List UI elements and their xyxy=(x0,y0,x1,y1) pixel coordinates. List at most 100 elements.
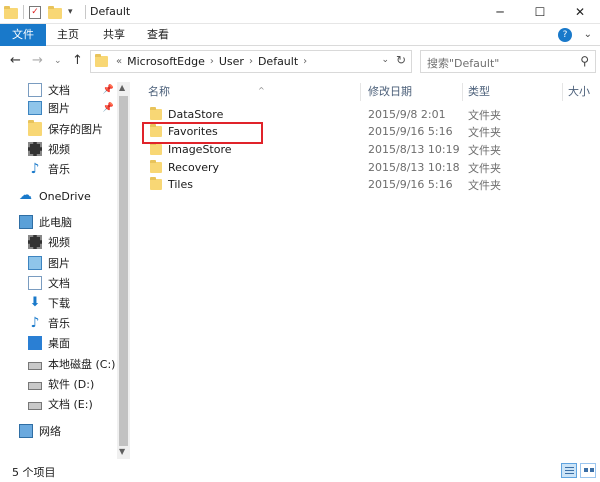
address-bar[interactable]: « MicrosoftEdge › User › Default › ⌄ ↻ xyxy=(90,50,412,73)
sidebar-item-network[interactable]: 网络 xyxy=(19,422,61,440)
drive-icon xyxy=(28,381,42,390)
minimize-button[interactable]: ─ xyxy=(480,0,520,24)
expand-ribbon-icon[interactable]: ⌄ xyxy=(584,29,592,40)
scrollbar-thumb[interactable] xyxy=(119,96,128,446)
search-input[interactable]: 搜索"Default" ⚲ xyxy=(420,50,596,73)
videos-icon xyxy=(28,235,42,249)
sidebar-item-pc-music[interactable]: ♪ 音乐 xyxy=(28,314,70,332)
sidebar-item-onedrive[interactable]: ☁ OneDrive xyxy=(19,187,91,205)
large-icons-view-button[interactable] xyxy=(580,463,596,478)
file-date: 2015/8/13 10:19 xyxy=(368,143,460,156)
table-row[interactable]: Recovery 2015/8/13 10:18 文件夹 xyxy=(144,159,564,176)
drive-icon xyxy=(28,401,42,410)
sidebar-item-music[interactable]: ♪ 音乐 xyxy=(28,160,70,178)
column-header-size[interactable]: 大小 xyxy=(568,82,598,102)
videos-icon xyxy=(28,142,42,156)
pictures-icon xyxy=(28,256,42,270)
back-arrow-icon[interactable]: ← xyxy=(10,53,21,68)
sidebar-scrollbar[interactable]: ▲ ▼ xyxy=(117,82,130,459)
qat-dropdown-icon[interactable]: ▾ xyxy=(68,7,73,17)
column-header-type[interactable]: 类型 xyxy=(468,82,558,102)
tab-file[interactable]: 文件 xyxy=(0,24,46,46)
file-name: DataStore xyxy=(168,108,224,121)
status-bar: 5 个项目 xyxy=(0,459,600,482)
close-button[interactable]: ✕ xyxy=(560,0,600,24)
recent-locations-icon[interactable]: ⌄ xyxy=(54,56,62,66)
folder-icon xyxy=(150,107,162,120)
sidebar-item-downloads[interactable]: ⬇ 下载 xyxy=(28,294,70,312)
annotation-highlight-box xyxy=(142,122,263,144)
file-date: 2015/9/16 5:16 xyxy=(368,178,453,191)
breadcrumb-user[interactable]: User xyxy=(216,55,247,68)
file-type: 文件夹 xyxy=(468,161,501,175)
tab-share[interactable]: 共享 xyxy=(96,24,132,46)
folder-icon xyxy=(150,160,162,173)
tab-view[interactable]: 查看 xyxy=(140,24,176,46)
music-icon: ♪ xyxy=(30,161,40,177)
sidebar-item-videos[interactable]: 视频 xyxy=(28,140,70,158)
chevron-right-icon[interactable]: › xyxy=(247,56,255,67)
pin-icon: 📌 xyxy=(102,85,114,95)
sidebar-item-pictures[interactable]: 图片 📌 xyxy=(28,99,128,117)
file-date: 2015/9/8 2:01 xyxy=(368,108,446,121)
search-icon[interactable]: ⚲ xyxy=(580,54,589,68)
scroll-down-icon[interactable]: ▼ xyxy=(119,447,125,456)
file-name: Tiles xyxy=(168,178,193,191)
maximize-button[interactable]: ☐ xyxy=(520,0,560,24)
table-row[interactable]: Tiles 2015/9/16 5:16 文件夹 xyxy=(144,176,564,193)
document-icon xyxy=(28,83,42,97)
up-arrow-icon[interactable]: ↑ xyxy=(72,53,83,68)
desktop-icon xyxy=(28,336,42,350)
file-date: 2015/8/13 10:18 xyxy=(368,161,460,174)
navigation-bar: ← → ⌄ ↑ « MicrosoftEdge › User › Default… xyxy=(0,47,600,77)
quick-access-toolbar: ✓ ▾ xyxy=(4,3,73,21)
scroll-up-icon[interactable]: ▲ xyxy=(119,83,125,92)
file-name: Recovery xyxy=(168,161,220,174)
window-controls: ─ ☐ ✕ xyxy=(480,0,600,24)
sidebar-item-this-pc[interactable]: 此电脑 xyxy=(19,213,72,231)
this-pc-icon xyxy=(19,215,33,229)
folder-icon xyxy=(95,54,108,67)
address-dropdown-icon[interactable]: ⌄ xyxy=(381,55,389,65)
folder-icon xyxy=(28,120,42,136)
sidebar-item-pc-videos[interactable]: 视频 xyxy=(28,233,70,251)
sidebar-item-documents[interactable]: 文档 📌 xyxy=(28,81,128,99)
forward-arrow-icon[interactable]: → xyxy=(32,53,43,68)
navigation-pane: 文档 📌 图片 📌 保存的图片 视频 ♪ 音乐 ☁ OneDrive 此电脑 视… xyxy=(0,77,130,459)
sidebar-item-drive-c[interactable]: 本地磁盘 (C:) xyxy=(28,355,115,373)
onedrive-icon: ☁ xyxy=(19,188,32,203)
sidebar-item-desktop[interactable]: 桌面 xyxy=(28,334,70,352)
file-date: 2015/9/16 5:16 xyxy=(368,125,453,138)
refresh-icon[interactable]: ↻ xyxy=(396,53,406,67)
sidebar-item-pc-pictures[interactable]: 图片 xyxy=(28,254,70,272)
window-title: Default xyxy=(90,5,131,18)
breadcrumb-microsoftedge[interactable]: MicrosoftEdge xyxy=(124,55,208,68)
file-type: 文件夹 xyxy=(468,108,501,122)
file-type: 文件夹 xyxy=(468,178,501,192)
pin-icon: 📌 xyxy=(102,103,114,113)
chevron-right-icon[interactable]: › xyxy=(301,56,309,67)
chevron-right-icon[interactable]: › xyxy=(208,56,216,67)
table-row[interactable]: DataStore 2015/9/8 2:01 文件夹 xyxy=(144,106,564,123)
sidebar-item-drive-d[interactable]: 软件 (D:) xyxy=(28,375,94,393)
column-header-name[interactable]: 名称 ^ xyxy=(148,82,358,102)
folder-icon xyxy=(150,177,162,190)
help-icon[interactable]: ? xyxy=(558,28,572,42)
details-view-button[interactable] xyxy=(561,463,577,478)
tab-home[interactable]: 主页 xyxy=(50,24,86,46)
sidebar-item-saved-pictures[interactable]: 保存的图片 xyxy=(28,120,103,138)
file-type: 文件夹 xyxy=(468,143,501,157)
breadcrumb-default[interactable]: Default xyxy=(255,55,301,68)
properties-icon[interactable]: ✓ xyxy=(29,5,41,19)
sidebar-item-pc-documents[interactable]: 文档 xyxy=(28,274,70,292)
file-name: ImageStore xyxy=(168,143,232,156)
address-overflow[interactable]: « xyxy=(114,56,124,67)
ribbon-tabs: 文件 主页 共享 查看 ⌄ ? xyxy=(0,24,600,46)
file-type: 文件夹 xyxy=(468,125,501,139)
new-folder-icon[interactable] xyxy=(48,5,62,19)
title-bar: ✓ ▾ Default ─ ☐ ✕ xyxy=(0,0,600,24)
sidebar-item-drive-e[interactable]: 文档 (E:) xyxy=(28,395,93,413)
item-count: 5 个项目 xyxy=(12,466,56,479)
column-header-date[interactable]: 修改日期 xyxy=(368,82,463,102)
sort-ascending-icon: ^ xyxy=(258,86,265,95)
